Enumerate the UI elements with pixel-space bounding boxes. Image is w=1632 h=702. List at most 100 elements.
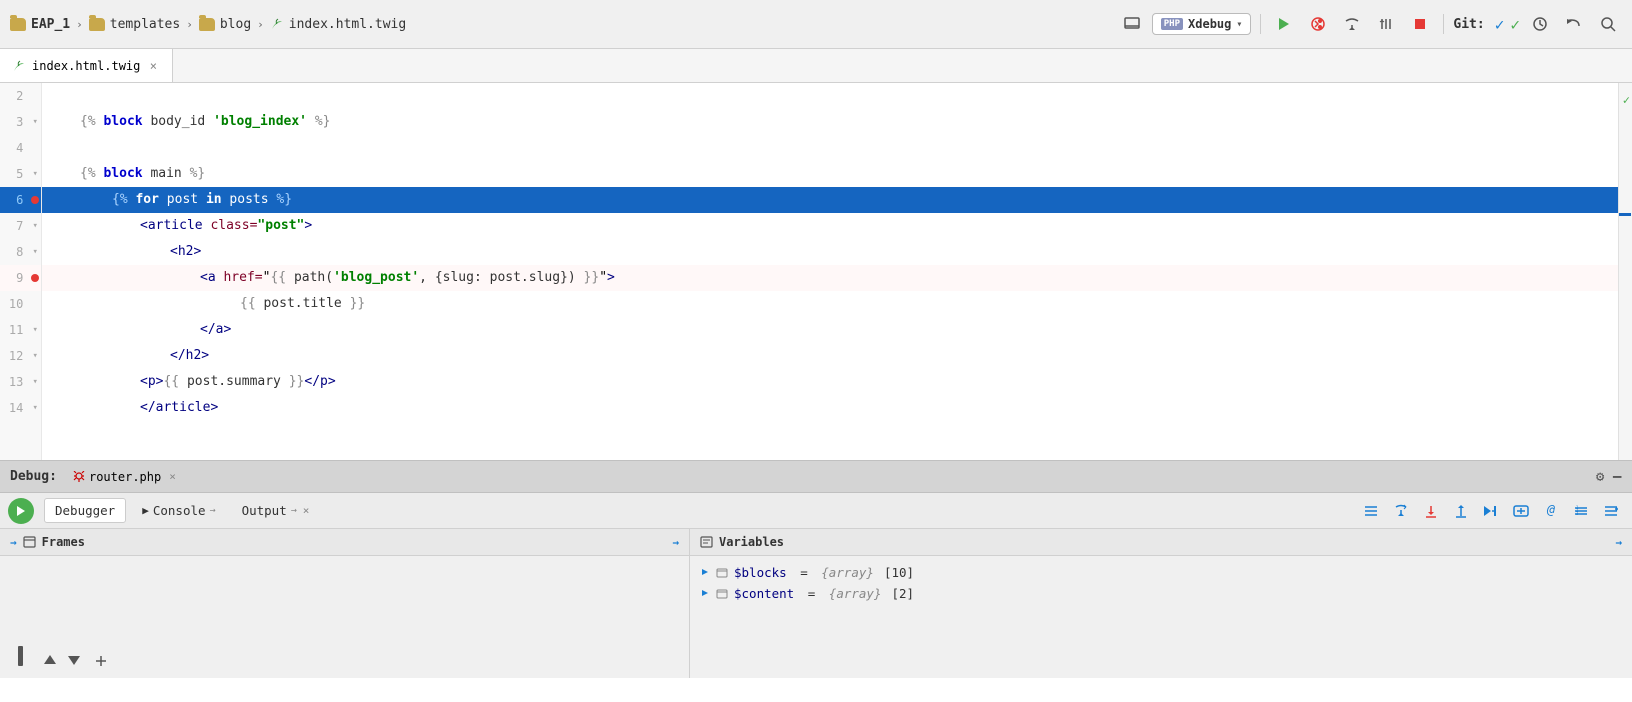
- line-num-12: 12: [0, 349, 29, 363]
- add-watch-button[interactable]: [94, 653, 108, 672]
- gutter-row-8: 8 ▾: [0, 239, 41, 265]
- current-line-indicator: [1619, 213, 1631, 216]
- gutter-row-13: 13 ▾: [0, 369, 41, 395]
- code-line-13: <p>{{ post.summary }}</p>: [42, 369, 1632, 395]
- gutter-row-14: 14 ▾: [0, 395, 41, 421]
- gutter-row-12: 12 ▾: [0, 343, 41, 369]
- collapse-14[interactable]: ▾: [29, 403, 41, 413]
- git-label: Git:: [1453, 17, 1484, 32]
- var-row-content[interactable]: $content = {array} [2]: [700, 583, 1622, 604]
- debug-router-filename: router.php: [89, 470, 161, 484]
- gutter-6-bp[interactable]: [29, 196, 41, 204]
- down-arrow-button[interactable]: [66, 652, 82, 672]
- debug-minimize-button[interactable]: −: [1612, 467, 1622, 486]
- threads-button[interactable]: [1372, 10, 1400, 38]
- collapse-13[interactable]: ▾: [29, 377, 41, 387]
- evaluate-expression-button[interactable]: [1508, 498, 1534, 524]
- screen-layout-button[interactable]: [1118, 10, 1146, 38]
- tab-debugger-label: Debugger: [55, 503, 115, 518]
- file-breadcrumb[interactable]: index.html.twig: [270, 17, 406, 32]
- tab-console[interactable]: ▶ Console →: [132, 499, 225, 522]
- git-checkmark-blue: ✓: [1495, 15, 1505, 34]
- debug-file-close[interactable]: ×: [169, 470, 176, 483]
- stop-button[interactable]: [1406, 10, 1434, 38]
- show-all-threads-button[interactable]: [1358, 498, 1384, 524]
- watch-button[interactable]: @: [1538, 498, 1564, 524]
- editor-container: 2 3 ▾ 4 5 ▾ 6: [0, 83, 1632, 460]
- breadcrumb-chevron-1: ›: [76, 18, 83, 31]
- var-eq-blocks: =: [793, 565, 816, 580]
- collapse-12[interactable]: ▾: [29, 351, 41, 361]
- editor-scrollbar[interactable]: ✓: [1618, 83, 1632, 460]
- debug-settings-button[interactable]: ⚙: [1596, 469, 1604, 485]
- output-close-icon[interactable]: ×: [303, 504, 310, 517]
- line-num-11: 11: [0, 323, 29, 337]
- var-count-blocks: [10]: [884, 565, 914, 580]
- console-arrow-icon: →: [210, 505, 216, 516]
- search-button[interactable]: [1594, 10, 1622, 38]
- step-over-button[interactable]: [1338, 10, 1366, 38]
- step-over-debug-button[interactable]: [1388, 498, 1414, 524]
- debug-button[interactable]: [1304, 10, 1332, 38]
- gutter-9-bp[interactable]: [29, 274, 41, 282]
- debug-tabs-row: Debugger ▶ Console → Output → ×: [0, 493, 1632, 529]
- collapse-5[interactable]: ▾: [29, 169, 41, 179]
- code-line-10: {{ post.title }}: [42, 291, 1632, 317]
- debug-panel: Debug: router.php × ⚙ − Debugger ▶ Conso…: [0, 460, 1632, 678]
- git-checkmark-green: ✓: [1510, 15, 1520, 34]
- line-num-8: 8: [0, 245, 29, 259]
- code-editor[interactable]: 2 3 ▾ 4 5 ▾ 6: [0, 83, 1632, 460]
- collapse-8[interactable]: ▾: [29, 247, 41, 257]
- blog-folder-name: blog: [220, 17, 251, 32]
- tab-filename: index.html.twig: [32, 59, 140, 73]
- run-button[interactable]: [1270, 10, 1298, 38]
- project-folder[interactable]: EAP_1: [10, 17, 70, 32]
- code-content[interactable]: {% block body_id 'blog_index' %} {% bloc…: [42, 83, 1632, 460]
- breadcrumb: EAP_1 › templates › blog › index.html.tw…: [10, 17, 406, 32]
- tab-debugger[interactable]: Debugger: [44, 498, 126, 523]
- blog-folder[interactable]: blog: [199, 17, 251, 32]
- gutter-row-11: 11 ▾: [0, 317, 41, 343]
- var-expand-blocks[interactable]: [700, 565, 710, 580]
- var-row-blocks[interactable]: $blocks = {array} [10]: [700, 562, 1622, 583]
- templates-folder[interactable]: templates: [89, 17, 180, 32]
- xdebug-dropdown[interactable]: PHP Xdebug ▾: [1152, 13, 1252, 35]
- history-button[interactable]: [1526, 10, 1554, 38]
- debug-toolbar: @ 123: [1358, 498, 1624, 524]
- var-name-blocks: $blocks: [734, 565, 787, 580]
- line-num-4: 4: [0, 141, 29, 155]
- toolbar-sep-2: [1443, 14, 1444, 34]
- collapse-11[interactable]: ▾: [29, 325, 41, 335]
- folder-icon: [10, 18, 26, 31]
- xdebug-chevron-icon: ▾: [1236, 19, 1242, 30]
- var-type-blocks: {array}: [821, 565, 874, 580]
- step-out-debug-button[interactable]: [1448, 498, 1474, 524]
- tab-output[interactable]: Output → ×: [232, 499, 320, 522]
- expand-all-button[interactable]: [1598, 498, 1624, 524]
- up-arrow-button[interactable]: [42, 652, 58, 672]
- sorted-list-button[interactable]: 123: [1568, 498, 1594, 524]
- var-name-content: $content: [734, 586, 794, 601]
- xdebug-label: Xdebug: [1188, 17, 1231, 31]
- templates-folder-name: templates: [110, 17, 180, 32]
- code-line-14: </article>: [42, 395, 1632, 421]
- run-to-cursor-button[interactable]: [1478, 498, 1504, 524]
- step-into-debug-button[interactable]: [1418, 498, 1444, 524]
- var-eq-content: =: [800, 586, 823, 601]
- resume-button[interactable]: [8, 498, 34, 524]
- line-num-5: 5: [0, 167, 29, 181]
- tab-close-button[interactable]: ×: [146, 59, 160, 73]
- collapse-7[interactable]: ▾: [29, 221, 41, 231]
- undo-button[interactable]: [1560, 10, 1588, 38]
- line-num-2: 2: [0, 89, 29, 103]
- frames-icon: [23, 536, 36, 548]
- collapse-3[interactable]: ▾: [29, 117, 41, 127]
- pause-button[interactable]: [10, 646, 30, 672]
- tab-output-label: Output: [242, 503, 287, 518]
- tab-index-html-twig[interactable]: index.html.twig ×: [0, 49, 173, 82]
- var-expand-content[interactable]: [700, 586, 710, 601]
- debug-file-tab[interactable]: router.php ×: [65, 468, 184, 486]
- code-line-8: <h2>: [42, 239, 1632, 265]
- bug-icon: [73, 471, 85, 483]
- variables-panel: Variables → $blocks = {array} [10]: [690, 529, 1632, 678]
